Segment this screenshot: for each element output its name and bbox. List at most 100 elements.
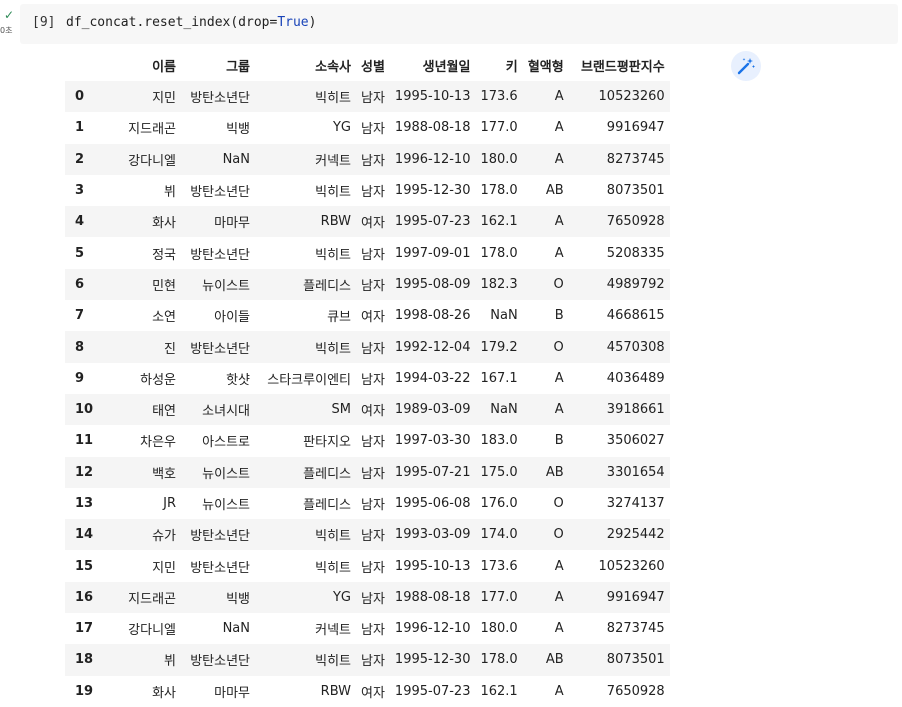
table-cell: 핫샷	[226, 372, 250, 388]
code-text-end: )	[308, 15, 317, 30]
table-row: 9 하성운 핫샷 스타크루이엔티 남자 1994-03-22 167.1 A 4036489	[65, 363, 670, 394]
row-index: 7	[75, 308, 85, 324]
table-cell: 여자	[361, 310, 385, 326]
table-cell: 플레디스	[303, 466, 351, 482]
table-cell: 스타크루이엔티	[267, 372, 351, 388]
table-cell: 소연	[152, 310, 176, 326]
code-cell[interactable]: [9] df_concat.reset_index(drop=True)	[20, 4, 898, 44]
table-cell: NaN	[222, 621, 250, 637]
table-cell: SM	[331, 402, 351, 418]
row-index: 2	[75, 151, 85, 167]
table-cell: 남자	[361, 372, 385, 388]
table-cell: 방탄소년단	[190, 185, 250, 201]
table-cell: AB	[545, 183, 564, 199]
table-cell: 5208335	[606, 245, 665, 261]
column-header: 성별	[361, 60, 385, 75]
row-index: 10	[75, 402, 94, 418]
table-cell: 1994-03-22	[394, 370, 471, 386]
table-cell: AB	[545, 652, 564, 668]
table-cell: 1995-07-23	[394, 214, 471, 230]
table-row: 17 강다니엘 NaN 커넥트 남자 1996-12-10 180.0 A 8273745	[65, 613, 670, 644]
table-cell: 여자	[361, 404, 385, 420]
table-cell: 빅히트	[315, 91, 351, 107]
column-header: 소속사	[315, 60, 351, 75]
row-index: 1	[75, 120, 85, 136]
table-cell: 1997-09-01	[394, 245, 471, 261]
magic-wand-button[interactable]	[731, 51, 761, 81]
code-keyword: True	[277, 15, 309, 30]
table-cell: 뉴이스트	[202, 466, 250, 482]
table-cell: 180.0	[480, 151, 518, 167]
row-index: 17	[75, 621, 94, 637]
table-cell: 플레디스	[303, 278, 351, 294]
table-cell: 1995-06-08	[394, 496, 471, 511]
table-row: 7 소연 아이들 큐브 여자 1998-08-26 NaN B 4668615	[65, 300, 670, 331]
table-cell: 7650928	[606, 683, 665, 699]
table-cell: 1997-03-30	[394, 433, 471, 449]
table-cell: 178.0	[480, 245, 518, 261]
row-index: 13	[75, 496, 94, 511]
table-cell: 3274137	[606, 496, 665, 511]
cell-run-status: ✓ 0초	[0, 0, 20, 44]
table-cell: NaN	[490, 402, 518, 418]
table-cell: 아스트로	[202, 435, 250, 451]
table-cell: 175.0	[480, 464, 518, 480]
table-cell: 판타지오	[303, 435, 351, 451]
table-row: 3 뷔 방탄소년단 빅히트 남자 1995-12-30 178.0 AB 8073501	[65, 175, 670, 206]
table-cell: 10523260	[598, 558, 665, 574]
table-cell: 4989792	[606, 276, 665, 292]
row-index: 6	[75, 276, 85, 292]
row-index: 16	[75, 589, 94, 605]
table-cell: 마마무	[214, 685, 250, 701]
table-cell: 커넥트	[315, 153, 351, 169]
table-cell: B	[554, 433, 564, 449]
table-row: 6 민현 뉴이스트 플레디스 남자 1995-08-09 182.3 O 4989792	[65, 268, 670, 301]
table-cell: 플레디스	[303, 498, 351, 513]
table-cell: 차은우	[140, 435, 176, 451]
table-cell: 강다니엘	[128, 153, 176, 169]
table-cell: 남자	[361, 435, 385, 451]
table-cell: 뷔	[164, 654, 176, 670]
table-cell: 남자	[361, 153, 385, 169]
table-row: 13 JR 뉴이스트 플레디스 남자 1995-06-08 176.0 O 3274137	[65, 488, 670, 519]
table-cell: 180.0	[480, 621, 518, 637]
column-header: 생년월일	[422, 60, 471, 75]
table-cell: 백호	[152, 466, 176, 482]
table-cell: 182.3	[480, 276, 518, 292]
column-header: 그룹	[226, 60, 250, 75]
table-cell: NaN	[490, 308, 518, 324]
row-index: 18	[75, 652, 94, 668]
table-cell: 지민	[152, 560, 176, 576]
execution-count: [9]	[32, 15, 56, 30]
table-cell: 빅히트	[315, 529, 351, 545]
table-row: 1 지드래곤 빅뱅 YG 남자 1988-08-18 177.0 A 9916947	[65, 112, 670, 143]
column-header: 키	[505, 60, 518, 75]
row-index: 3	[75, 183, 85, 199]
table-cell: 178.0	[480, 652, 518, 668]
table-cell: 4036489	[606, 370, 665, 386]
table-row: 19 화사 마마무 RBW 여자 1995-07-23 162.1 A 7650928	[65, 676, 670, 707]
table-cell: 1995-07-23	[394, 683, 471, 699]
table-cell: RBW	[320, 683, 351, 699]
table-cell: 8273745	[606, 621, 665, 637]
table-cell: 빅뱅	[226, 122, 250, 138]
table-cell: 179.2	[480, 339, 518, 355]
table-cell: 방탄소년단	[190, 560, 250, 576]
table-cell: 빅히트	[315, 654, 351, 670]
table-cell: 슈가	[152, 529, 176, 545]
table-cell: 빅히트	[315, 341, 351, 357]
code-editor[interactable]: df_concat.reset_index(drop=True)	[66, 15, 316, 30]
table-cell: 173.6	[480, 558, 518, 574]
table-cell: O	[553, 339, 564, 355]
table-row: 4 화사 마마무 RBW 여자 1995-07-23 162.1 A 7650928	[65, 206, 670, 238]
table-cell: 정국	[152, 247, 176, 263]
table-cell: AB	[545, 464, 564, 480]
row-index: 11	[75, 433, 94, 449]
column-header: 이름	[152, 60, 176, 75]
table-cell: 167.1	[480, 370, 518, 386]
row-index: 9	[75, 370, 85, 386]
table-cell: 민현	[152, 278, 176, 294]
table-cell: 남자	[361, 278, 385, 294]
row-index: 5	[75, 245, 85, 261]
table-cell: 177.0	[480, 589, 518, 605]
